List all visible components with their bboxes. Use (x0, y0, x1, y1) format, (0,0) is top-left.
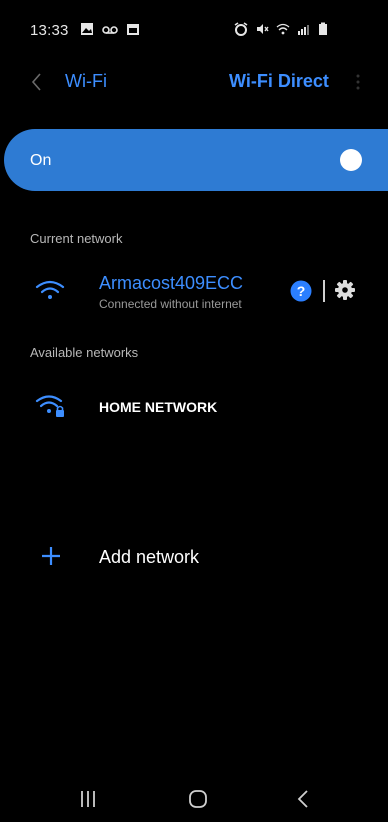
gallery-icon (81, 23, 93, 35)
alarm-icon (234, 22, 248, 36)
current-network-name[interactable]: Armacost409ECC (99, 273, 243, 294)
app-bar (0, 62, 388, 102)
wifi-icon (276, 23, 290, 35)
back-icon[interactable] (28, 70, 46, 94)
help-icon[interactable]: ? (290, 280, 312, 302)
wifi-locked-icon (35, 395, 64, 417)
calendar-icon (127, 24, 139, 35)
home-icon[interactable] (188, 789, 208, 809)
status-icons-right (234, 22, 328, 36)
svg-text:?: ? (297, 283, 306, 299)
current-network-heading: Current network (30, 231, 123, 246)
add-network-button[interactable]: Add network (99, 547, 199, 568)
more-options-icon[interactable] (352, 70, 364, 94)
page-title: Wi-Fi (65, 71, 107, 91)
current-network-status: Connected without internet (99, 297, 242, 311)
battery-icon (319, 22, 327, 35)
divider (323, 280, 325, 302)
toggle-label: On (30, 152, 52, 169)
plus-icon[interactable] (40, 545, 62, 567)
nav-back-icon[interactable] (296, 787, 310, 811)
wifi-signal-icon (35, 280, 65, 299)
wifi-toggle-row[interactable] (4, 129, 388, 191)
mute-icon (257, 24, 269, 34)
gear-icon[interactable] (334, 279, 356, 301)
toggle-switch[interactable] (340, 149, 362, 171)
wifi-direct-button[interactable]: Wi-Fi Direct (229, 71, 329, 92)
signal-icon (298, 25, 309, 35)
voicemail-icon (102, 26, 118, 34)
status-time: 13:33 (30, 22, 69, 39)
network-item-home-network[interactable]: HOME NETWORK (99, 399, 217, 415)
recent-apps-icon[interactable] (80, 790, 96, 808)
status-icons-left (80, 22, 140, 36)
available-networks-heading: Available networks (30, 345, 139, 360)
